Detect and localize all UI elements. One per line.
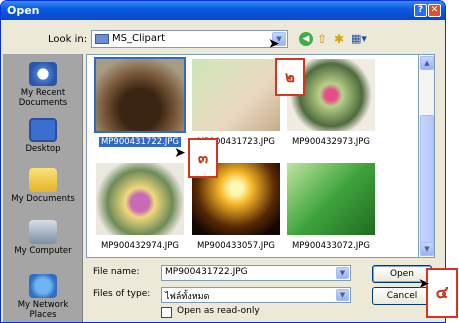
read-only-label: Open as read-only (177, 306, 260, 316)
scroll-down-icon[interactable]: ▼ (420, 242, 434, 256)
my-computer-icon (29, 220, 57, 244)
read-only-checkbox[interactable] (161, 307, 172, 318)
callout-4: ๔ (426, 268, 458, 318)
network-places-icon (29, 274, 57, 298)
look-in-combobox[interactable]: MS_Clipart ▼ (91, 30, 288, 48)
place-label: My Computer (14, 246, 72, 256)
file-name-label: File name: (93, 267, 140, 277)
file-image (96, 163, 184, 235)
open-dialog: Open ? ✕ Look in: MS_Clipart ▼ ◀ ⇧ ✱ ▦▾ … (0, 0, 446, 323)
title-bar: Open ? ✕ (1, 1, 445, 20)
place-label: My Recent Documents (18, 88, 68, 108)
look-in-value: MS_Clipart (112, 33, 166, 44)
my-documents-icon (29, 168, 57, 192)
mouse-pointer-icon: ➤ (174, 145, 186, 161)
scroll-up-icon[interactable]: ▲ (420, 56, 434, 70)
place-my-recent-documents[interactable]: My Recent Documents (3, 62, 83, 108)
place-label: My Documents (11, 194, 75, 204)
close-button[interactable]: ✕ (428, 4, 441, 17)
file-type-value: ไฟล์ทั้งหมด (165, 292, 210, 302)
callout-3: ๓ (188, 138, 218, 178)
mouse-pointer-icon: ➤ (268, 36, 280, 52)
place-my-network-places[interactable]: My Network Places (3, 274, 83, 320)
place-desktop[interactable]: Desktop (3, 118, 83, 154)
folder-icon (95, 34, 109, 44)
place-label: My Network Places (17, 300, 69, 320)
look-in-label: Look in: (48, 34, 88, 45)
views-menu-icon[interactable]: ▦▾ (351, 32, 371, 46)
dialog-title: Open (7, 4, 40, 17)
places-bar: My Recent Documents Desktop My Documents… (3, 54, 83, 322)
file-image (94, 57, 186, 133)
scroll-thumb[interactable] (420, 115, 434, 245)
help-button[interactable]: ? (414, 4, 427, 17)
up-one-level-icon[interactable]: ⇧ (317, 32, 331, 46)
new-folder-icon[interactable]: ✱ (334, 32, 348, 46)
mouse-pointer-icon: ➤ (418, 276, 430, 292)
desktop-icon (29, 118, 57, 142)
file-name-combobox[interactable]: MP900431722.JPG ▼ (161, 265, 351, 281)
place-my-documents[interactable]: My Documents (3, 168, 83, 204)
callout-2: ๒ (275, 58, 305, 96)
vertical-scrollbar[interactable]: ▲ ▼ (419, 54, 435, 258)
chevron-down-icon[interactable]: ▼ (336, 289, 349, 301)
back-icon[interactable]: ◀ (299, 32, 313, 46)
file-name-caption: MP900432973.JPG (291, 137, 371, 147)
file-type-combobox[interactable]: ไฟล์ทั้งหมด ▼ (161, 287, 351, 303)
recent-documents-icon (29, 62, 57, 86)
file-image (192, 59, 280, 131)
chevron-down-icon[interactable]: ▼ (336, 267, 349, 279)
place-label: Desktop (25, 144, 61, 154)
place-my-computer[interactable]: My Computer (3, 220, 83, 256)
file-image (287, 163, 375, 235)
file-type-label: Files of type: (93, 289, 151, 299)
file-name-value: MP900431722.JPG (165, 267, 248, 277)
file-list: MP900431722.JPG MP900431723.JPG MP900432… (86, 54, 419, 258)
file-name-caption: MP900433072.JPG (291, 241, 371, 251)
